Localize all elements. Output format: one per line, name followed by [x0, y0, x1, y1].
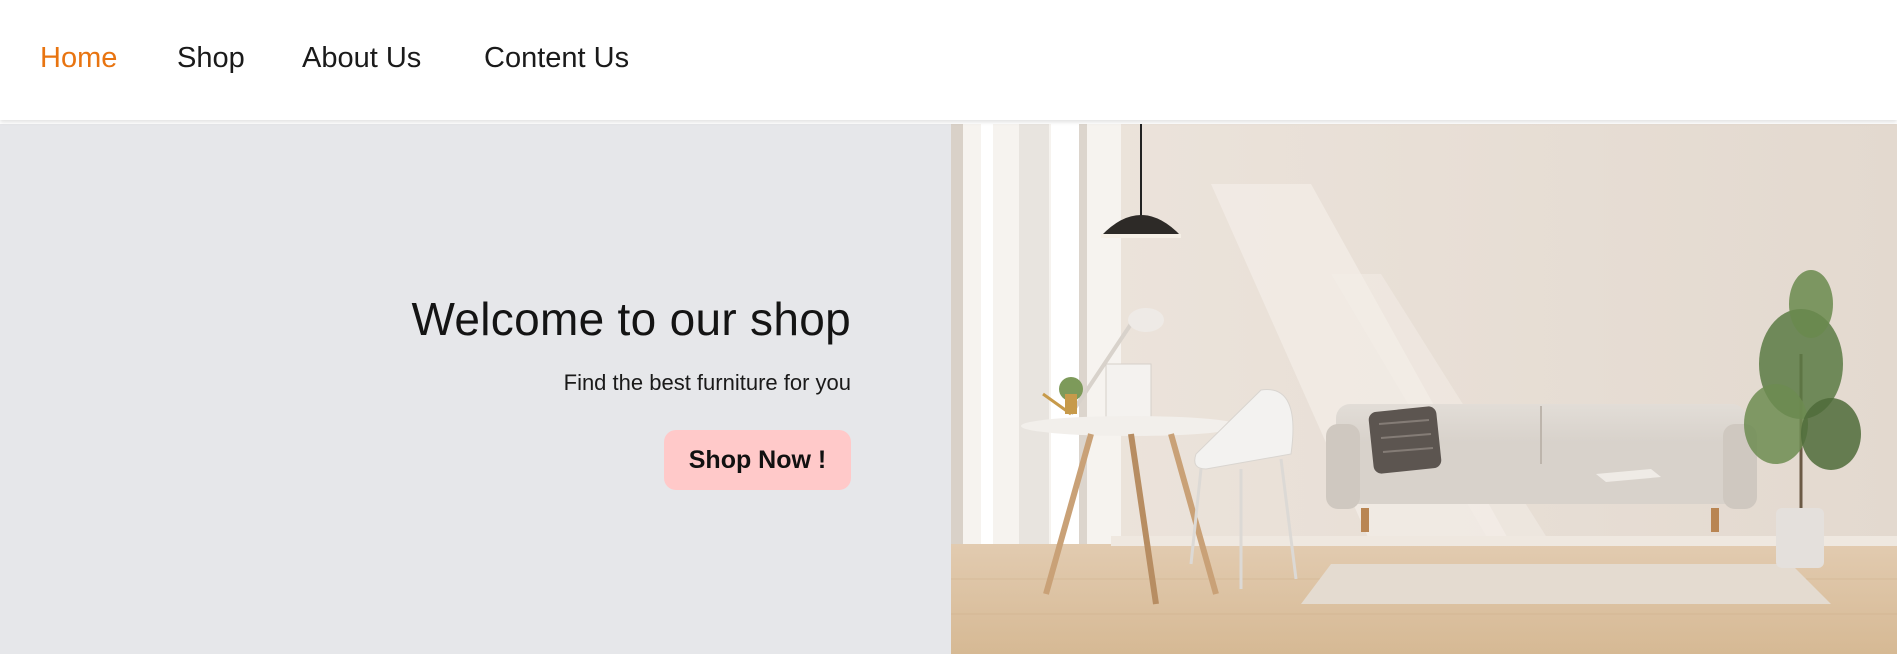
top-navbar: Home Shop About Us Content Us — [0, 0, 1897, 120]
nav-link-content-us[interactable]: Content Us — [484, 42, 629, 75]
living-room-illustration — [951, 124, 1897, 654]
nav-link-about-us[interactable]: About Us — [302, 42, 421, 75]
hero-title: Welcome to our shop — [411, 293, 851, 345]
hero-subtitle: Find the best furniture for you — [563, 370, 851, 395]
hero-image — [951, 124, 1897, 654]
shop-now-button[interactable]: Shop Now ! — [664, 430, 851, 490]
hero-text-panel: Welcome to our shop Find the best furnit… — [0, 124, 951, 654]
nav-link-home[interactable]: Home — [40, 42, 117, 75]
hero-section: Welcome to our shop Find the best furnit… — [0, 124, 1897, 654]
nav-link-shop[interactable]: Shop — [177, 42, 245, 75]
